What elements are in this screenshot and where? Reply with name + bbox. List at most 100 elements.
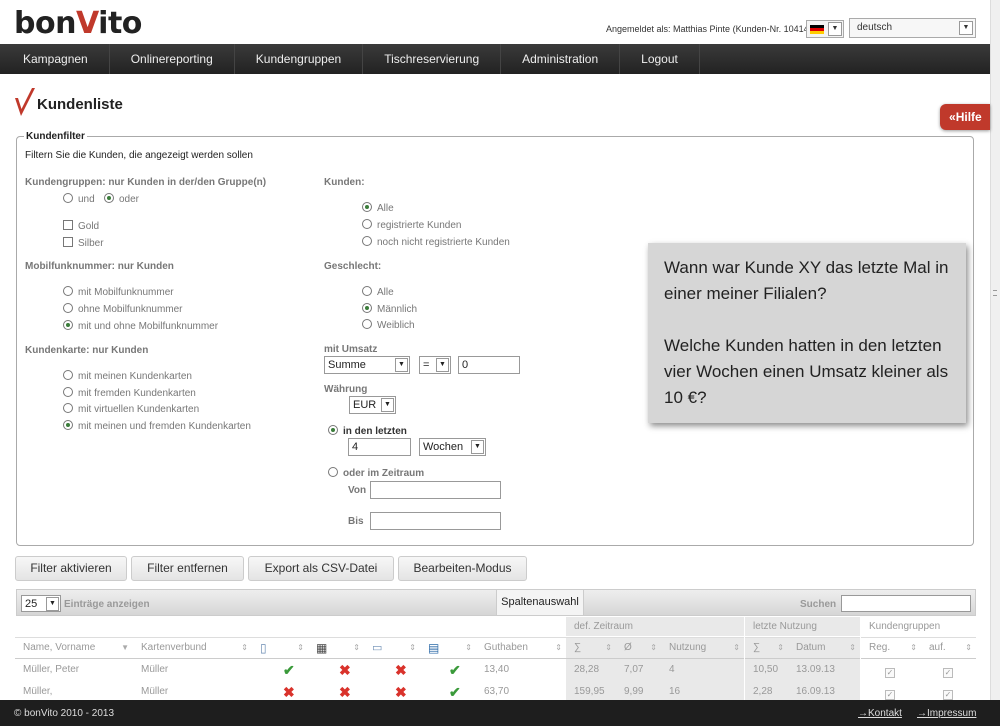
column-header-usage[interactable]: Nutzung ⇕ [661, 637, 744, 659]
mobile-both-radio[interactable]: mit und ohne Mobilfunknummer [63, 320, 218, 332]
search-label: Suchen [800, 599, 837, 610]
bonvito-logo[interactable]: bonVito [14, 6, 142, 41]
select-value: Wochen [423, 441, 464, 453]
option-label: mit meinen Kundenkarten [78, 371, 192, 382]
last-period-radio[interactable]: in den letzten [328, 425, 407, 437]
column-header-sum[interactable]: ∑ ⇕ [566, 637, 616, 659]
last-period-value-input[interactable]: 4 [348, 438, 411, 456]
revenue-value-input[interactable]: 0 [458, 356, 520, 374]
sort-icon: ⇕ [650, 643, 657, 652]
header-label: Reg. [869, 642, 891, 653]
to-date-input[interactable] [370, 512, 501, 530]
customers-unregistered-radio[interactable]: noch nicht registrierte Kunden [362, 236, 510, 248]
card-foreign-radio[interactable]: mit fremden Kundenkarten [63, 387, 196, 399]
column-header-card[interactable]: ▭ ⇕ [364, 637, 420, 659]
callout-question-2: Welche Kunden hatten in den letzten vier… [664, 336, 949, 407]
radio-icon [63, 320, 73, 330]
column-header-reg[interactable]: Reg. ⇕ [861, 637, 921, 659]
revenue-operator-select[interactable]: = ▼ [419, 356, 451, 374]
option-label: Alle [377, 287, 394, 298]
column-header-last-sum[interactable]: ∑ ⇕ [745, 637, 788, 659]
flag-language-select[interactable]: ▼ [806, 20, 844, 38]
table-cell-name[interactable]: Müller, Peter [15, 659, 133, 681]
radio-icon [362, 236, 372, 246]
header-label: Name, Vorname [23, 642, 96, 653]
column-header-mobile[interactable]: ▯ ⇕ [252, 637, 308, 659]
column-header-balance[interactable]: Guthaben ⇕ [476, 637, 566, 659]
activate-filter-button[interactable]: Filter aktivieren [15, 556, 127, 581]
scrollbar-grip-icon[interactable] [993, 290, 997, 296]
callout-question-1: Wann war Kunde XY das letzte Mal in eine… [664, 258, 949, 303]
auf-checkbox[interactable]: ✓ [943, 687, 953, 700]
remove-filter-button[interactable]: Filter entfernen [131, 556, 244, 581]
help-button[interactable]: «Hilfe [940, 104, 990, 130]
header-label: Nutzung [669, 642, 707, 653]
contact-link[interactable]: →Kontakt [858, 708, 902, 719]
footer: © bonVito 2010 - 2013 →Kontakt →Impressu… [0, 700, 1000, 726]
column-header-name[interactable]: Name, Vorname ▼ [15, 637, 133, 659]
radio-icon [63, 303, 73, 313]
currency-select[interactable]: EUR ▼ [349, 396, 396, 414]
column-header-card-network[interactable]: Kartenverbund ⇕ [133, 637, 252, 659]
group-header-period: def. Zeitraum [566, 617, 744, 636]
select-value: Summe [328, 359, 366, 371]
groups-or-radio[interactable]: oder [104, 193, 139, 205]
nav-tischreservierung[interactable]: Tischreservierung [363, 44, 502, 74]
checkbox-checked-icon: ✓ [885, 668, 895, 678]
nav-kundengruppen[interactable]: Kundengruppen [235, 44, 364, 74]
nav-kampagnen[interactable]: Kampagnen [0, 44, 110, 74]
customers-all-radio[interactable]: Alle [362, 202, 394, 214]
gender-male-radio[interactable]: Männlich [362, 303, 417, 315]
gender-all-radio[interactable]: Alle [362, 286, 394, 298]
nav-administration[interactable]: Administration [501, 44, 621, 74]
card-both-radio[interactable]: mit meinen und fremden Kundenkarten [63, 420, 251, 432]
card-own-radio[interactable]: mit meinen Kundenkarten [63, 370, 192, 382]
header-label: auf. [929, 642, 946, 653]
column-header-book[interactable]: ▤ ⇕ [420, 637, 476, 659]
language-select[interactable]: deutsch ▼ [849, 18, 976, 38]
chevron-down-icon: ▼ [436, 358, 449, 372]
revenue-type-select[interactable]: Summe ▼ [324, 356, 410, 374]
page-length-select[interactable]: 25 ▼ [21, 595, 61, 612]
period-radio[interactable]: oder im Zeitraum [328, 467, 424, 479]
german-flag-icon [810, 25, 824, 34]
reg-checkbox[interactable]: ✓ [885, 665, 895, 678]
column-header-qr[interactable]: ▦ ⇕ [308, 637, 364, 659]
edit-mode-button[interactable]: Bearbeiten-Modus [398, 556, 527, 581]
header-label: ∑ [574, 642, 582, 653]
check-icon: ✔ [283, 662, 295, 678]
table-cell-date: 13.09.13 [788, 659, 860, 681]
chevron-down-icon: ▼ [828, 22, 842, 36]
export-csv-button[interactable]: Export als CSV-Datei [248, 556, 394, 581]
column-selection-button[interactable]: Spaltenauswahl [496, 589, 584, 616]
option-label: Gold [78, 221, 100, 232]
auf-checkbox[interactable]: ✓ [943, 665, 953, 678]
imprint-link[interactable]: →Impressum [917, 708, 976, 719]
group-gold-checkbox[interactable]: Gold [63, 220, 99, 232]
from-date-input[interactable] [370, 481, 501, 499]
last-period-unit-select[interactable]: Wochen ▼ [419, 438, 486, 456]
card-virtual-radio[interactable]: mit virtuellen Kundenkarten [63, 403, 199, 415]
mobile-without-radio[interactable]: ohne Mobilfunknummer [63, 303, 183, 315]
group-silver-checkbox[interactable]: Silber [63, 237, 104, 249]
to-label: Bis [348, 516, 364, 527]
customers-registered-radio[interactable]: registrierte Kunden [362, 219, 462, 231]
nav-logout[interactable]: Logout [620, 44, 700, 74]
option-label: Alle [377, 203, 394, 214]
header-label: Kartenverbund [141, 642, 207, 653]
gender-female-radio[interactable]: Weiblich [362, 319, 415, 331]
groups-label: Kundengruppen: nur Kunden in der/den Gru… [25, 177, 267, 188]
table-cell-last-sum: 10,50 [745, 659, 788, 681]
nav-onlinereporting[interactable]: Onlinereporting [110, 44, 235, 74]
radio-icon [328, 467, 338, 477]
column-header-auf[interactable]: auf. ⇕ [921, 637, 976, 659]
reg-checkbox[interactable]: ✓ [885, 687, 895, 700]
column-header-avg[interactable]: Ø ⇕ [616, 637, 661, 659]
groups-and-radio[interactable]: und [63, 193, 95, 205]
header-label: Datum [796, 642, 826, 653]
vertical-scrollbar[interactable] [990, 0, 1000, 700]
cross-icon: ✖ [339, 662, 351, 678]
column-header-date[interactable]: Datum ⇕ [788, 637, 860, 659]
search-input[interactable] [841, 595, 971, 612]
mobile-with-radio[interactable]: mit Mobilfunknummer [63, 286, 174, 298]
